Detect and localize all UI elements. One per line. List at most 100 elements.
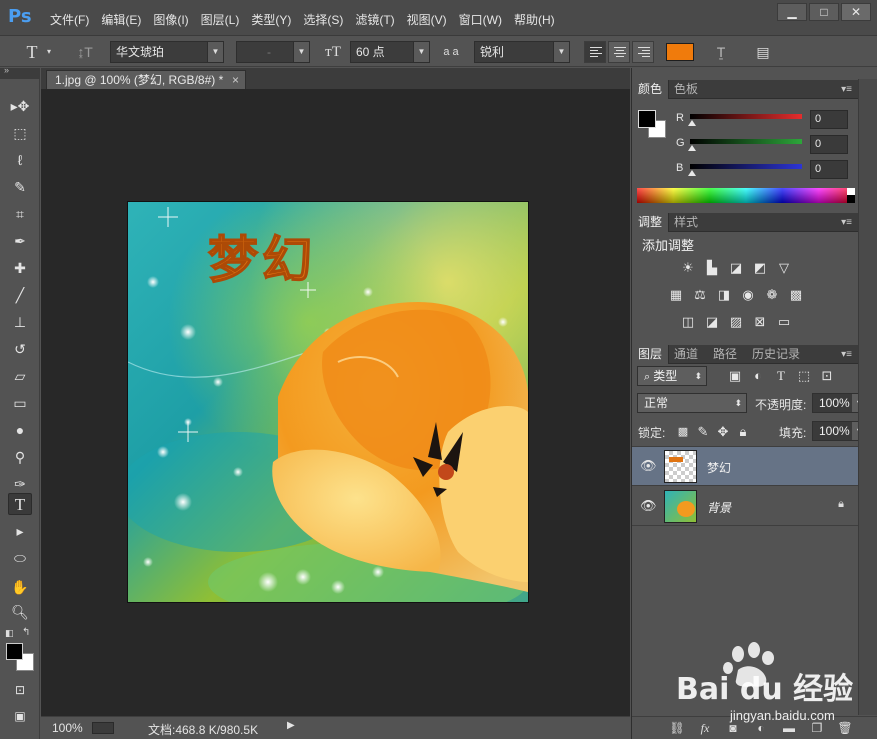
font-size-select[interactable]: 60 点 ▼ — [350, 41, 430, 63]
zoom-level[interactable]: 100% — [52, 721, 83, 735]
menu-filter[interactable]: 滤镜(T) — [349, 11, 400, 28]
filter-type-icon[interactable]: T — [773, 368, 789, 384]
quick-mask-icon[interactable]: ⊡ — [8, 679, 32, 701]
tab-channels[interactable]: 通道 — [668, 345, 704, 364]
align-center-button[interactable] — [608, 41, 630, 63]
color-spectrum-bar[interactable] — [637, 188, 855, 203]
tab-layers[interactable]: 图层 — [632, 345, 670, 364]
selective-color-icon[interactable]: ⊠ — [752, 314, 768, 330]
vibrance-icon[interactable]: ▽ — [776, 260, 792, 276]
close-button[interactable]: ✕ — [841, 3, 871, 21]
collapse-icon[interactable]: » — [4, 65, 9, 75]
layer-filter-select[interactable]: ⌕ 类型 ⬍ — [637, 366, 707, 386]
foreground-color-swatch[interactable] — [6, 643, 23, 660]
font-style-select[interactable]: - ▼ — [236, 41, 310, 63]
default-colors-icon[interactable]: ◧ — [5, 628, 15, 638]
trash-icon[interactable]: 🗑︎ — [836, 719, 854, 737]
crop-tool-icon[interactable]: ⌗ — [8, 203, 32, 225]
eye-icon[interactable]: 👁︎ — [640, 499, 657, 513]
menu-window[interactable]: 窗口(W) — [453, 11, 508, 28]
align-left-button[interactable] — [584, 41, 606, 63]
levels-icon[interactable]: ▙ — [704, 260, 720, 276]
mask-icon[interactable]: ◙ — [724, 719, 742, 737]
marquee-tool-icon[interactable]: ⬚ — [8, 122, 32, 144]
curves-icon[interactable]: ◪ — [728, 260, 744, 276]
red-slider[interactable] — [690, 114, 802, 119]
panel-menu-icon[interactable]: ▾≡ — [841, 213, 852, 232]
character-panel-icon[interactable]: ▤ — [752, 41, 774, 63]
screen-mode-icon[interactable]: ▣ — [8, 705, 32, 727]
color-fg-swatch[interactable] — [638, 110, 656, 128]
gradient-tool-icon[interactable]: ▭ — [8, 392, 32, 414]
brightness-icon[interactable]: ☀ — [680, 260, 696, 276]
menu-view[interactable]: 视图(V) — [401, 11, 453, 28]
move-tool-icon[interactable]: ▸✥ — [8, 95, 32, 117]
fx-icon[interactable]: fx — [696, 719, 714, 737]
hand-tool-icon[interactable]: ✋ — [8, 576, 32, 598]
quick-select-tool-icon[interactable]: ✎ — [8, 176, 32, 198]
eyedropper-tool-icon[interactable]: ✒ — [8, 230, 32, 252]
hue-saturation-icon[interactable]: ▦ — [668, 287, 684, 303]
antialias-select[interactable]: 锐利 ▼ — [474, 41, 570, 63]
filter-adjust-icon[interactable]: ◐ — [750, 368, 766, 384]
healing-brush-tool-icon[interactable]: ✚ — [8, 257, 32, 279]
panel-menu-icon[interactable]: ▾≡ — [841, 80, 852, 99]
menu-type[interactable]: 类型(Y) — [245, 11, 297, 28]
red-value-input[interactable]: 0 — [810, 110, 848, 129]
filter-pixel-icon[interactable]: ▣ — [727, 368, 743, 384]
photo-filter-icon[interactable]: ◉ — [740, 287, 756, 303]
red-slider-thumb[interactable] — [688, 120, 696, 126]
exposure-icon[interactable]: ◩ — [752, 260, 768, 276]
zoom-tool-icon[interactable]: 🔍︎ — [8, 601, 32, 623]
font-family-select[interactable]: 华文琥珀 ▼ — [110, 41, 224, 63]
text-orientation-icon[interactable]: ↨T — [74, 41, 96, 63]
menu-select[interactable]: 选择(S) — [297, 11, 349, 28]
posterize-icon[interactable]: ◪ — [704, 314, 720, 330]
clone-stamp-tool-icon[interactable]: ⊥ — [8, 311, 32, 333]
pen-tool-icon[interactable]: ✑ — [8, 473, 32, 495]
menu-layer[interactable]: 图层(L) — [195, 11, 246, 28]
tab-swatches[interactable]: 色板 — [668, 80, 704, 99]
blur-tool-icon[interactable]: ● — [8, 419, 32, 441]
dodge-tool-icon[interactable]: ⚲ — [8, 446, 32, 468]
filter-smart-icon[interactable]: ⊡ — [819, 368, 835, 384]
warp-text-icon[interactable]: Ṯ — [710, 41, 732, 63]
channel-mixer-icon[interactable]: ❁ — [764, 287, 780, 303]
lock-all-icon[interactable]: 🔒︎ — [735, 424, 751, 440]
layer-row-text[interactable]: 👁︎ 梦幻 — [632, 447, 858, 486]
new-layer-icon[interactable]: ❐ — [808, 719, 826, 737]
tab-history[interactable]: 历史记录 — [746, 345, 806, 364]
invert-icon[interactable]: ◫ — [680, 314, 696, 330]
status-menu-icon[interactable]: ▶ — [287, 720, 295, 731]
menu-edit[interactable]: 编辑(E) — [95, 11, 147, 28]
lasso-tool-icon[interactable]: ℓ — [8, 149, 32, 171]
color-lookup-icon[interactable]: ▩ — [788, 287, 804, 303]
history-brush-tool-icon[interactable]: ↺ — [8, 338, 32, 360]
panel-scrollbar[interactable] — [858, 79, 877, 715]
minimize-button[interactable]: ▁ — [777, 3, 807, 21]
green-value-input[interactable]: 0 — [810, 135, 848, 154]
type-tool-icon[interactable]: T — [8, 493, 32, 515]
ellipse-tool-icon[interactable]: ⬭ — [8, 547, 32, 569]
tab-color[interactable]: 颜色 — [632, 80, 670, 99]
black-white-icon[interactable]: ◨ — [716, 287, 732, 303]
status-preview-icon[interactable] — [92, 722, 114, 734]
tab-paths[interactable]: 路径 — [707, 345, 743, 364]
adjustment-icon[interactable]: ◐ — [752, 719, 770, 737]
maximize-button[interactable]: □ — [809, 3, 839, 21]
blend-mode-select[interactable]: 正常 ⬍ — [637, 393, 747, 413]
blue-slider-thumb[interactable] — [688, 170, 696, 176]
eraser-tool-icon[interactable]: ▱ — [8, 365, 32, 387]
folder-icon[interactable]: ▬ — [780, 719, 798, 737]
filter-shape-icon[interactable]: ⬚ — [796, 368, 812, 384]
path-selection-tool-icon[interactable]: ▸ — [8, 520, 32, 542]
link-icon[interactable]: ⛓ — [668, 719, 686, 737]
eye-icon[interactable]: 👁︎ — [640, 459, 657, 473]
close-icon[interactable]: × — [232, 71, 239, 89]
green-slider-thumb[interactable] — [688, 145, 696, 151]
gradient-map-icon[interactable]: ▭ — [776, 314, 792, 330]
text-color-swatch[interactable] — [666, 43, 694, 61]
blue-value-input[interactable]: 0 — [810, 160, 848, 179]
tab-adjustments[interactable]: 调整 — [632, 213, 670, 232]
menu-image[interactable]: 图像(I) — [147, 11, 194, 28]
